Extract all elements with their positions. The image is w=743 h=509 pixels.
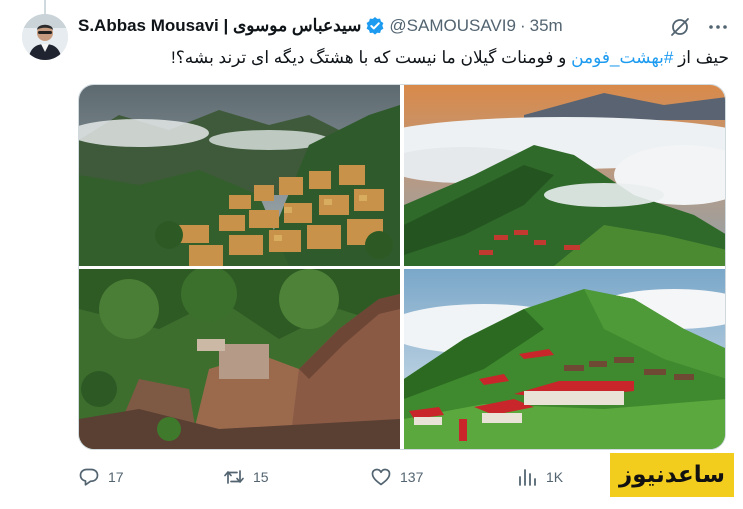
avatar[interactable]	[22, 14, 68, 60]
user-handle[interactable]: @SAMOUSAVI9	[389, 16, 516, 36]
tweet-text-after: و فومنات گیلان ما نیست که با هشتگ دیگه ا…	[171, 48, 572, 67]
reply-icon	[78, 466, 100, 488]
more-icon[interactable]	[705, 14, 731, 40]
tweet-header: S.Abbas Mousavi | سیدعباس موسوی @SAMOUSA…	[78, 14, 658, 38]
mountain-clouds-photo[interactable]	[404, 85, 725, 266]
reply-count: 17	[108, 469, 124, 485]
views-count: 1K	[546, 469, 564, 485]
tweet-text-before: حیف از	[673, 48, 729, 67]
hashtag-link[interactable]: #بهشت_فومن	[571, 48, 673, 67]
separator-dot: ·	[519, 16, 526, 35]
views-button[interactable]: 1K	[516, 462, 563, 492]
grok-icon[interactable]	[667, 14, 693, 40]
like-count: 137	[400, 469, 424, 485]
media-grid	[78, 84, 726, 450]
repost-button[interactable]: 15	[223, 462, 269, 492]
masuleh-village-photo[interactable]	[79, 85, 400, 266]
views-icon	[516, 466, 538, 488]
red-roof-cabins-photo[interactable]	[404, 269, 725, 449]
watermark-logo: ساعدنیوز	[610, 453, 734, 497]
repost-count: 15	[253, 469, 269, 485]
repost-icon	[223, 466, 245, 488]
rudkhan-castle-photo[interactable]	[79, 269, 400, 449]
tweet-text: حیف از #بهشت_فومن و فومنات گیلان ما نیست…	[89, 46, 729, 70]
reply-button[interactable]: 17	[78, 462, 124, 492]
thread-line	[44, 0, 46, 14]
verified-badge-icon	[365, 16, 385, 36]
timestamp[interactable]: 35m	[530, 16, 563, 36]
display-name[interactable]: S.Abbas Mousavi | سیدعباس موسوی	[78, 16, 361, 36]
like-button[interactable]: 137	[370, 462, 423, 492]
like-icon	[370, 466, 392, 488]
tweet-actions: 17 15 137 1K	[78, 462, 638, 492]
